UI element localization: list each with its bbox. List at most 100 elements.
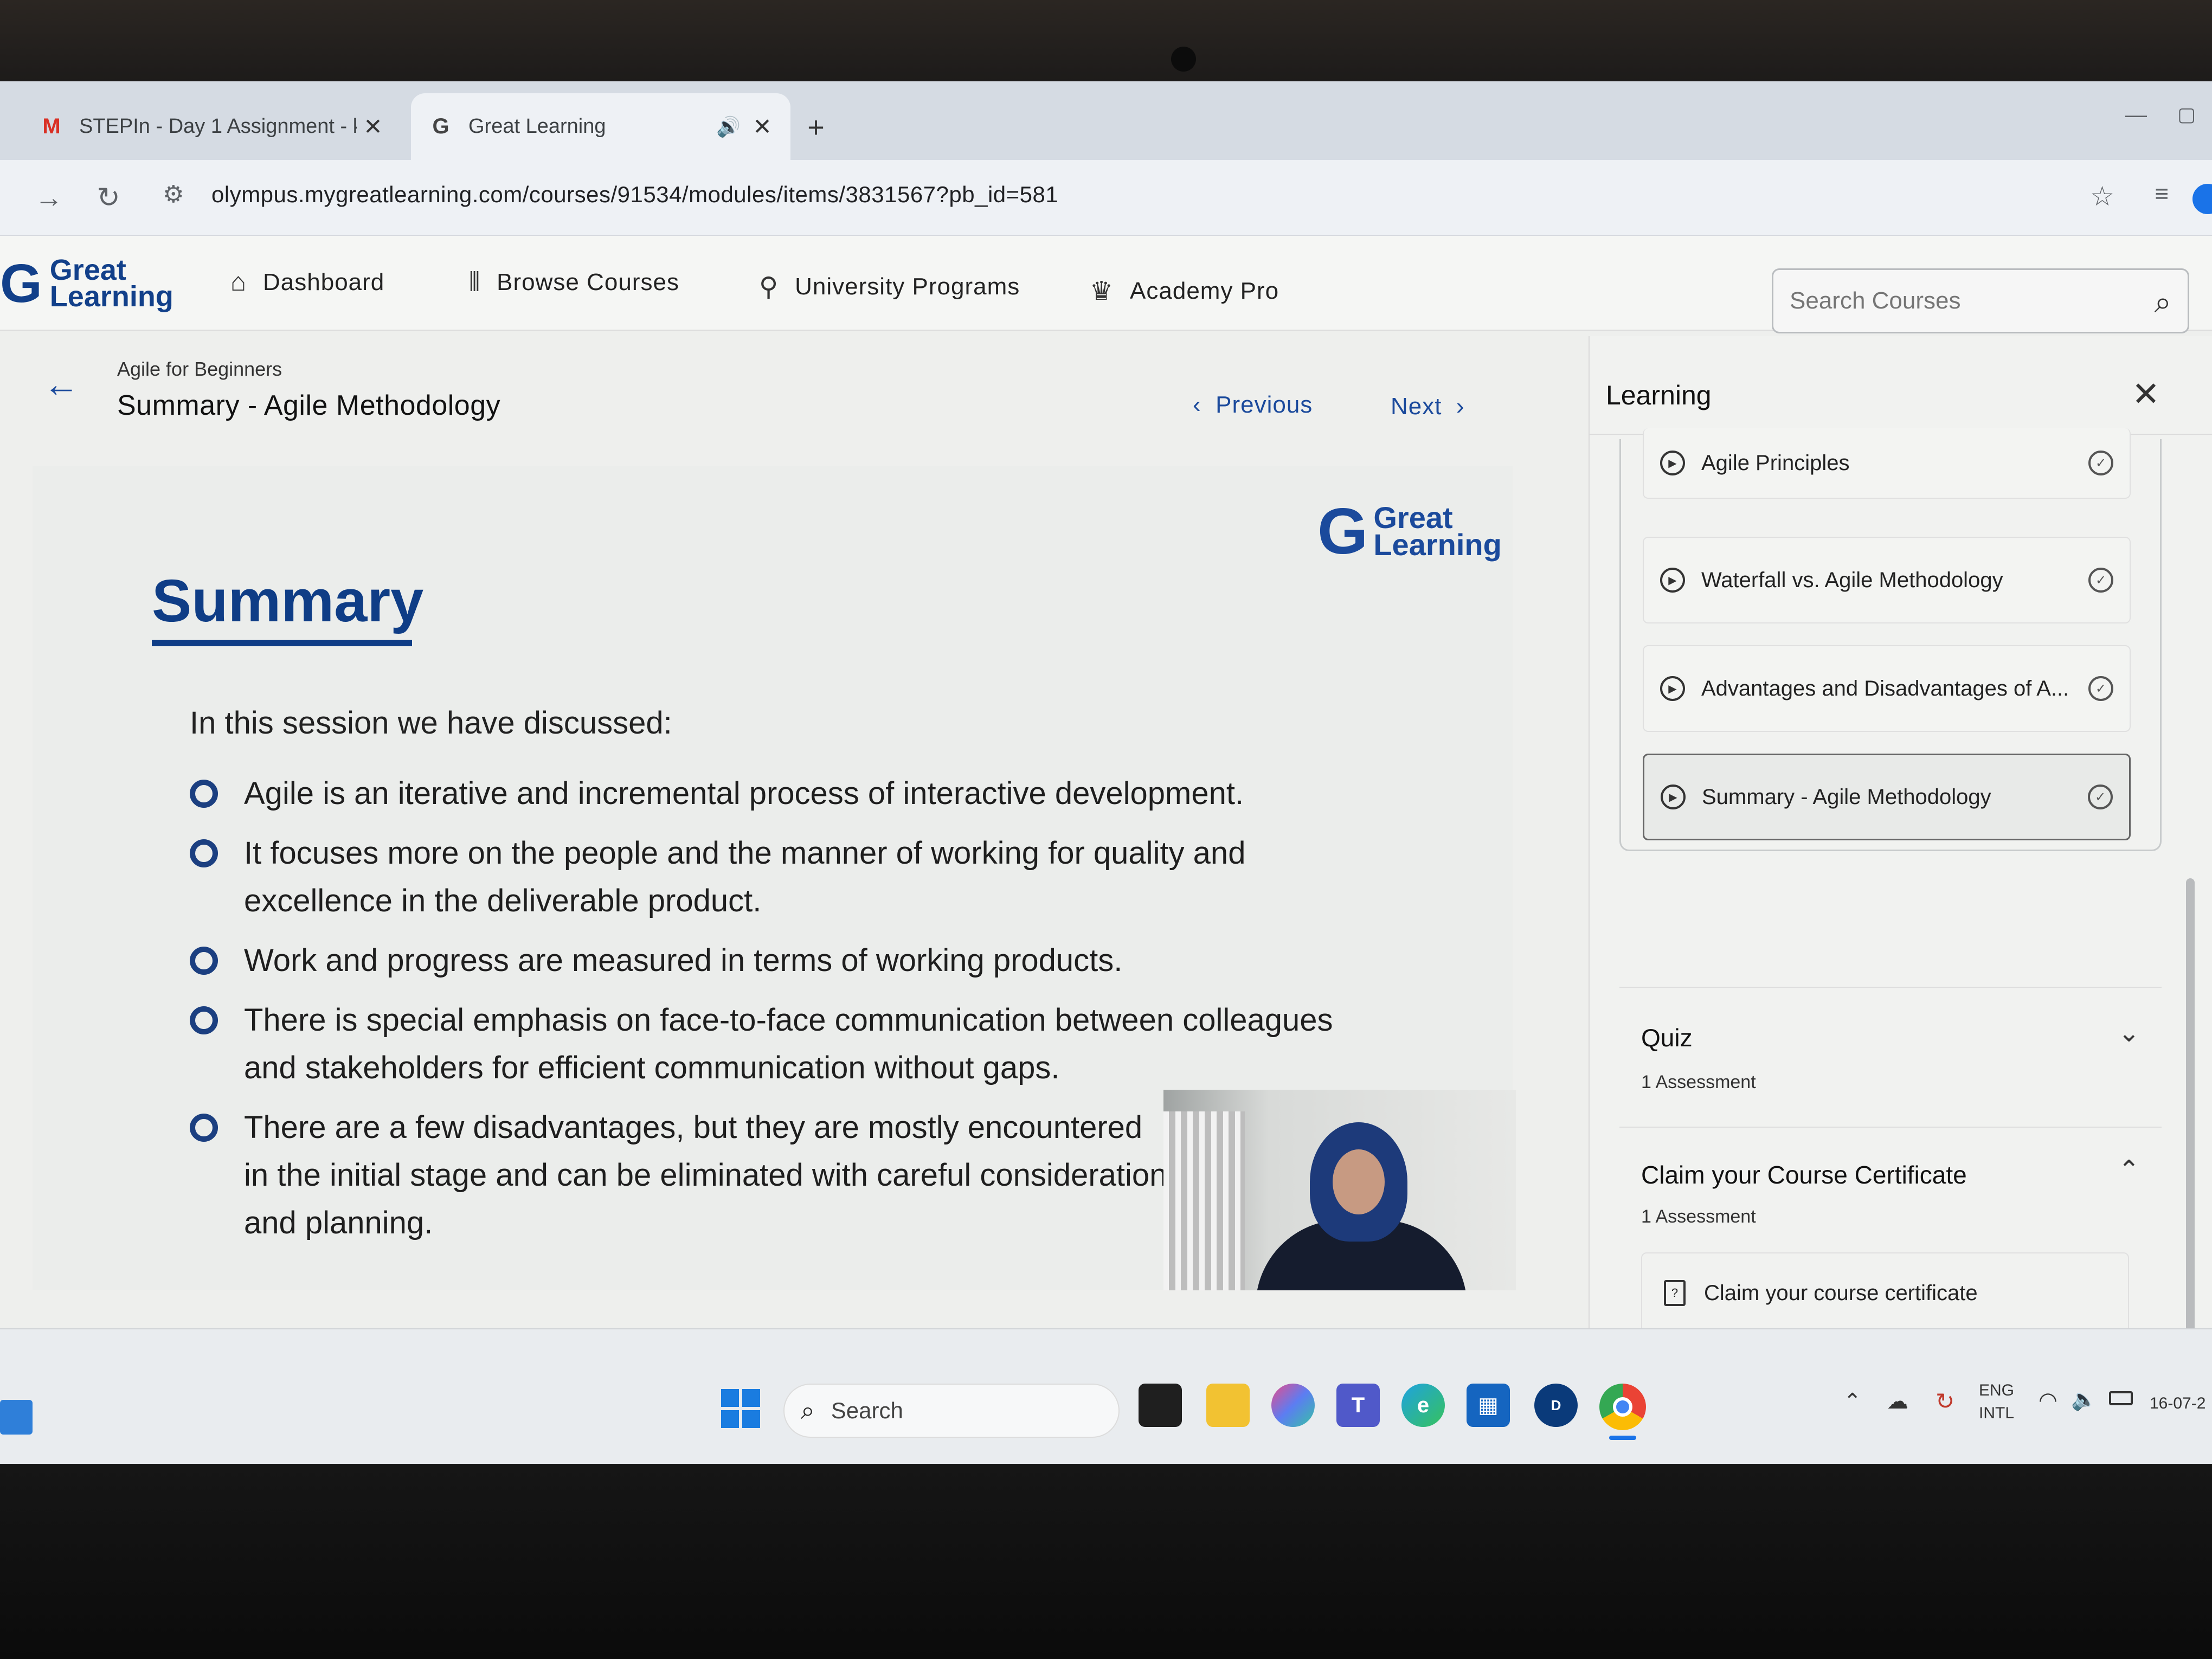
quiz-subtitle: 1 Assessment <box>1641 1072 1756 1092</box>
check-circle-icon: ✓ <box>2088 451 2113 475</box>
webcam <box>1171 47 1196 72</box>
play-icon: ▶ <box>1660 568 1685 593</box>
bullet-item: Work and progress are measured in terms … <box>190 937 1437 985</box>
presenter-face <box>1333 1149 1385 1214</box>
close-icon[interactable]: ✕ <box>357 113 389 140</box>
chevron-right-icon: › <box>1442 393 1465 420</box>
course-search[interactable]: ⌕ <box>1772 268 2189 333</box>
bullet-ring-icon <box>190 1006 218 1034</box>
search-icon[interactable]: ⌕ <box>2155 284 2171 320</box>
close-icon[interactable]: ✕ <box>746 113 779 140</box>
windows-taskbar: ⌕ Search T e ▦ D ⌃ ☁ ↻ ENG INTL ◠ 🔈 16-0… <box>0 1328 2212 1464</box>
crown-icon: ♛ <box>1090 277 1114 306</box>
lesson-label: Agile Principles <box>1701 451 1850 475</box>
presenter-video[interactable] <box>1163 1090 1516 1290</box>
search-input[interactable] <box>1790 287 2126 314</box>
bookmark-star-icon[interactable]: ☆ <box>2090 181 2114 212</box>
cloud-icon[interactable]: ☁ <box>1887 1389 1908 1414</box>
task-view-icon[interactable] <box>1139 1384 1182 1427</box>
widgets-icon[interactable] <box>0 1400 33 1435</box>
dell-icon[interactable]: D <box>1534 1384 1578 1427</box>
site-settings-icon[interactable]: ⚙ <box>163 181 195 213</box>
page-title: Summary - Agile Methodology <box>117 390 501 421</box>
store-icon[interactable]: ▦ <box>1467 1384 1510 1427</box>
nav-university-programs[interactable]: ⚲ University Programs <box>759 272 1020 302</box>
award-icon: ⚲ <box>759 273 779 301</box>
close-icon[interactable]: ✕ <box>2132 374 2160 414</box>
chrome-icon[interactable] <box>1599 1384 1646 1430</box>
taskbar-search[interactable]: ⌕ Search <box>783 1384 1120 1438</box>
teams-icon[interactable]: T <box>1336 1384 1380 1427</box>
search-icon: ⌕ <box>801 1396 815 1424</box>
edge-icon[interactable]: e <box>1401 1384 1445 1427</box>
reload-icon[interactable]: ↻ <box>87 176 130 220</box>
address-bar: → ↻ ⚙ olympus.mygreatlearning.com/course… <box>0 160 2212 236</box>
certificate-title[interactable]: Claim your Course Certificate <box>1641 1160 1967 1189</box>
play-icon: ▶ <box>1661 785 1686 809</box>
chevron-up-icon[interactable]: ⌃ <box>2118 1155 2140 1185</box>
wifi-icon[interactable]: ◠ <box>2039 1388 2057 1413</box>
nav-browse-courses[interactable]: ⫴ Browse Courses <box>469 267 679 298</box>
next-button[interactable]: Next › <box>1391 393 1465 420</box>
certificate-subtitle: 1 Assessment <box>1641 1206 1756 1227</box>
copilot-icon[interactable] <box>1271 1384 1315 1427</box>
nav-academy-label: Academy Pro <box>1130 278 1279 304</box>
claim-certificate-label: Claim your course certificate <box>1704 1281 1978 1305</box>
logo-mark-icon: G <box>1317 495 1368 568</box>
bullet-item: There are a few disadvantages, but they … <box>190 1104 1171 1247</box>
lesson-label: Summary - Agile Methodology <box>1702 785 1991 809</box>
great-learning-logo[interactable]: G Great Learning <box>0 256 173 311</box>
logo-mark-icon: G <box>0 253 42 314</box>
lesson-label: Waterfall vs. Agile Methodology <box>1701 568 2003 592</box>
windows-start-icon[interactable] <box>721 1389 760 1428</box>
previous-button[interactable]: ‹ Previous <box>1193 391 1313 419</box>
nav-academy-pro[interactable]: ♛ Academy Pro <box>1090 276 1279 306</box>
nav-dashboard[interactable]: ⌂ Dashboard <box>230 267 384 297</box>
tab-gmail[interactable]: M STEPIn - Day 1 Assignment - ka ✕ <box>27 93 401 160</box>
speaker-icon[interactable]: 🔊 <box>716 115 741 138</box>
bullet-item: It focuses more on the people and the ma… <box>190 829 1301 925</box>
claim-certificate-item[interactable]: ? Claim your course certificate <box>1641 1252 2129 1334</box>
forward-icon[interactable]: → <box>27 176 70 220</box>
slide-intro: In this session we have discussed: <box>190 705 672 741</box>
clock-date[interactable]: 16-07-2 <box>2150 1394 2205 1413</box>
bullet-ring-icon <box>190 1114 218 1142</box>
home-icon: ⌂ <box>230 268 247 297</box>
breadcrumb[interactable]: Agile for Beginners <box>117 358 282 381</box>
bullet-item: There is special emphasis on face-to-fac… <box>190 996 1355 1092</box>
play-icon: ▶ <box>1660 676 1685 701</box>
lesson-item-active[interactable]: ▶ Summary - Agile Methodology ✓ <box>1643 754 2131 840</box>
language-indicator[interactable]: ENG INTL <box>1979 1379 2014 1425</box>
check-circle-icon: ✓ <box>2088 785 2113 809</box>
site-header: G Great Learning ⌂ Dashboard ⫴ Browse Co… <box>0 236 2212 333</box>
url-field[interactable]: olympus.mygreatlearning.com/courses/9153… <box>211 182 1058 208</box>
file-explorer-icon[interactable] <box>1206 1384 1250 1427</box>
sidebar-scrollbar[interactable] <box>2186 878 2195 1366</box>
bullet-ring-icon <box>190 780 218 808</box>
new-tab-button[interactable]: + <box>797 108 835 146</box>
chevron-down-icon[interactable]: ⌄ <box>2118 1018 2140 1048</box>
active-app-indicator <box>1609 1436 1636 1440</box>
lesson-label: Advantages and Disadvantages of A... <box>1701 676 2069 700</box>
tab-title: Great Learning <box>468 115 606 138</box>
minimize-icon[interactable]: — <box>2125 103 2147 127</box>
profile-avatar[interactable] <box>2192 184 2212 214</box>
tray-overflow-icon[interactable]: ⌃ <box>1843 1389 1862 1414</box>
sync-icon[interactable]: ↻ <box>1935 1388 1954 1414</box>
lesson-item[interactable]: ▶ Waterfall vs. Agile Methodology ✓ <box>1643 537 2131 623</box>
learning-sidebar: Learning ✕ ▶ Agile Principles ✓ ▶ Waterf… <box>1589 336 2212 1415</box>
lang-line1: ENG <box>1979 1381 2015 1399</box>
check-circle-icon: ✓ <box>2088 568 2113 593</box>
reading-list-icon[interactable]: ≡ <box>2155 181 2169 208</box>
logo-text-line2: Learning <box>49 280 173 313</box>
tab-great-learning[interactable]: G Great Learning 🔊 ✕ <box>411 93 790 160</box>
volume-icon[interactable]: 🔈 <box>2071 1388 2097 1412</box>
bullet-ring-icon <box>190 947 218 975</box>
battery-icon[interactable] <box>2109 1391 2133 1405</box>
maximize-icon[interactable]: ▢ <box>2177 103 2196 126</box>
slide-logo-line2: Learning <box>1373 528 1502 562</box>
lesson-item[interactable]: ▶ Advantages and Disadvantages of A... ✓ <box>1643 645 2131 732</box>
quiz-section[interactable]: Quiz 1 Assessment ⌄ <box>1619 987 2162 1128</box>
lesson-item[interactable]: ▶ Agile Principles ✓ <box>1643 428 2131 499</box>
back-arrow-icon[interactable]: ← <box>43 363 79 404</box>
